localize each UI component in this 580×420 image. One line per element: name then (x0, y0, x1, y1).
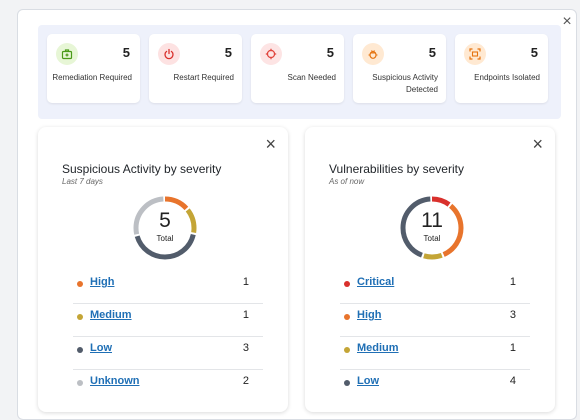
isolate-icon (464, 43, 486, 65)
severity-row: Medium 1 (340, 336, 530, 370)
close-icon[interactable]: × (265, 135, 276, 153)
severity-dot (344, 281, 350, 287)
severity-link[interactable]: High (90, 276, 114, 288)
bug-icon (362, 43, 384, 65)
severity-count: 3 (509, 309, 516, 321)
stat-label: Restart Required (173, 73, 234, 82)
crosshair-icon (260, 43, 282, 65)
card-subtitle: Last 7 days (62, 177, 103, 186)
severity-row: Low 4 (340, 369, 530, 402)
severity-row: High 1 (73, 270, 263, 304)
vulnerabilities-card: × Vulnerabilities by severity As of now … (305, 127, 555, 412)
severity-link[interactable]: Medium (90, 309, 132, 321)
briefcase-plus-icon (56, 43, 78, 65)
stat-label: Scan Needed (287, 73, 336, 82)
card-title: Vulnerabilities by severity (329, 162, 464, 176)
donut-total-label: Total (423, 234, 441, 243)
severity-count: 1 (242, 276, 249, 288)
severity-link[interactable]: Medium (357, 342, 399, 354)
stats-strip: 5 Remediation Required 5 Restart Require… (38, 25, 561, 119)
stat-value: 5 (224, 45, 232, 60)
severity-dot (344, 347, 350, 353)
stat-value: 5 (122, 45, 130, 60)
severity-link[interactable]: Critical (357, 276, 394, 288)
stat-card-restart[interactable]: 5 Restart Required (149, 34, 242, 103)
suspicious-activity-card: × Suspicious Activity by severity Last 7… (38, 127, 288, 412)
donut-total: 5 (159, 209, 171, 232)
card-title: Suspicious Activity by severity (62, 162, 222, 176)
severity-row: Critical 1 (340, 270, 530, 304)
power-icon (158, 43, 180, 65)
stat-card-remediation[interactable]: 5 Remediation Required (47, 34, 140, 103)
stat-card-scan[interactable]: 5 Scan Needed (251, 34, 344, 103)
stat-value: 5 (326, 45, 334, 60)
severity-row: Medium 1 (73, 303, 263, 337)
severity-dot (77, 380, 83, 386)
dashboard-panel: × 5 Remediation Required 5 Restart Requi… (17, 9, 577, 420)
stat-card-suspicious[interactable]: 5 Suspicious Activity Detected (353, 34, 446, 103)
severity-count: 1 (509, 342, 516, 354)
donut-total-label: Total (156, 234, 174, 243)
severity-row: Unknown 2 (73, 369, 263, 402)
severity-link[interactable]: High (357, 309, 381, 321)
stat-value: 5 (530, 45, 538, 60)
close-icon[interactable]: × (532, 135, 543, 153)
close-icon[interactable]: × (559, 14, 575, 30)
severity-link[interactable]: Unknown (90, 375, 140, 387)
stat-value: 5 (428, 45, 436, 60)
severity-dot (77, 314, 83, 320)
severity-link[interactable]: Low (90, 342, 112, 354)
severity-count: 1 (242, 309, 249, 321)
severity-row: High 3 (340, 303, 530, 337)
severity-dot (77, 347, 83, 353)
stat-card-isolated[interactable]: 5 Endpoints Isolated (455, 34, 548, 103)
severity-row: Low 3 (73, 336, 263, 370)
stat-label: Remediation Required (52, 73, 132, 82)
severity-link[interactable]: Low (357, 375, 379, 387)
severity-count: 1 (509, 276, 516, 288)
stat-label: Suspicious Activity Detected (372, 73, 438, 94)
severity-count: 2 (242, 375, 249, 387)
severity-dot (344, 314, 350, 320)
donut-total: 11 (421, 209, 443, 232)
card-subtitle: As of now (329, 177, 365, 186)
severity-count: 4 (509, 375, 516, 387)
severity-dot (344, 380, 350, 386)
stat-label: Endpoints Isolated (474, 73, 540, 82)
severity-dot (77, 281, 83, 287)
severity-count: 3 (242, 342, 249, 354)
